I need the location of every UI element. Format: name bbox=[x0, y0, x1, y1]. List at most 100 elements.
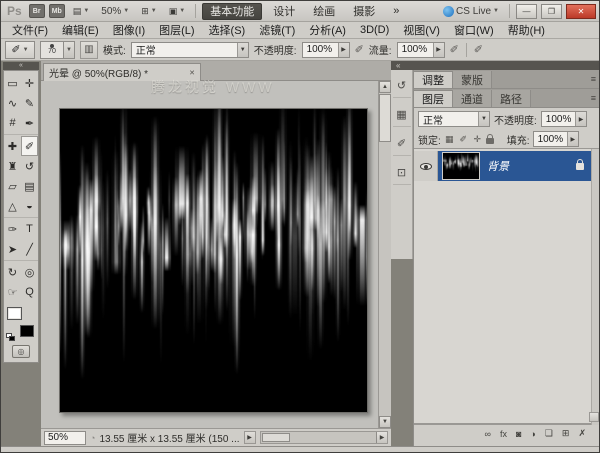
tab-layers[interactable]: 图层 bbox=[414, 90, 453, 107]
close-document-icon[interactable]: ✕ bbox=[189, 69, 195, 77]
tool-clone-stamp[interactable]: ♜ bbox=[4, 156, 21, 176]
airbrush-icon[interactable]: ✐ bbox=[450, 43, 459, 56]
panel-menu-icon[interactable]: ≡ bbox=[591, 74, 596, 84]
restore-button[interactable]: ❐ bbox=[541, 4, 562, 19]
tool-eyedropper[interactable]: ✒ bbox=[21, 113, 38, 133]
brush-preset-picker[interactable]: 70 bbox=[40, 41, 64, 59]
horizontal-scrollbar[interactable]: ▶ bbox=[260, 431, 388, 444]
scroll-right-icon[interactable]: ▶ bbox=[376, 432, 387, 443]
add-layer-mask-icon[interactable]: ◙ bbox=[516, 429, 521, 439]
menu-view[interactable]: 视图(V) bbox=[396, 22, 447, 38]
document-tab[interactable]: 光晕 @ 50%(RGB/8) * ✕ bbox=[43, 63, 201, 81]
scroll-up-icon[interactable]: ▲ bbox=[379, 81, 391, 93]
menu-select[interactable]: 选择(S) bbox=[202, 22, 253, 38]
mini-bridge-button[interactable]: Mb bbox=[49, 4, 65, 18]
arrange-documents-button[interactable]: ⊞ ▼ bbox=[137, 3, 161, 19]
close-button[interactable]: ✕ bbox=[566, 4, 596, 19]
clone-source-panel-icon[interactable]: ⊡ bbox=[393, 161, 411, 185]
new-layer-icon[interactable]: ⊞ bbox=[562, 428, 570, 439]
workspace-painting[interactable]: 绘画 bbox=[306, 3, 342, 20]
menu-3d[interactable]: 3D(D) bbox=[353, 24, 396, 36]
tool-path-selection[interactable]: ➤ bbox=[4, 239, 21, 259]
tool-history-brush[interactable]: ↺ bbox=[21, 156, 38, 176]
tool-eraser[interactable]: ▱ bbox=[4, 176, 21, 196]
visibility-cell[interactable] bbox=[414, 151, 438, 181]
workspace-design[interactable]: 设计 bbox=[266, 3, 302, 20]
opacity-field[interactable]: 100% ▶ bbox=[302, 42, 350, 58]
tool-type[interactable]: T bbox=[21, 219, 38, 239]
tab-channels[interactable]: 通道 bbox=[453, 90, 492, 107]
menu-analysis[interactable]: 分析(A) bbox=[302, 22, 353, 38]
menu-filter[interactable]: 滤镜(T) bbox=[252, 22, 302, 38]
background-color-swatch[interactable] bbox=[20, 325, 34, 337]
document-canvas[interactable] bbox=[59, 108, 368, 413]
tool-3d-orbit[interactable]: ◎ bbox=[21, 262, 38, 282]
tool-hand[interactable]: ☞ bbox=[4, 282, 21, 302]
zoom-level-button[interactable]: 50% ▼ bbox=[97, 3, 133, 19]
tool-pen[interactable]: ✑ bbox=[4, 219, 21, 239]
lock-position-icon[interactable]: ✛ bbox=[472, 134, 483, 145]
brush-presets-panel-icon[interactable]: ✐ bbox=[393, 132, 411, 156]
tool-gradient[interactable]: ▤ bbox=[21, 176, 38, 196]
tool-dodge[interactable]: ◒ bbox=[21, 196, 38, 216]
menu-layer[interactable]: 图层(L) bbox=[152, 22, 201, 38]
tab-adjustments[interactable]: 调整 bbox=[414, 71, 453, 88]
tool-crop[interactable]: # bbox=[4, 113, 21, 133]
tool-brush[interactable]: ✐ bbox=[21, 136, 38, 156]
toggle-brush-panel-button[interactable]: ▥ bbox=[80, 41, 98, 59]
brush-preset-dropdown[interactable]: ▼ bbox=[64, 41, 75, 59]
blend-mode-select[interactable]: 正常 ▼ bbox=[131, 42, 249, 58]
screen-mode-button[interactable]: ▣ ▼ bbox=[165, 3, 189, 19]
panel-menu-icon[interactable]: ≡ bbox=[591, 93, 596, 103]
layer-style-icon[interactable]: fx bbox=[500, 429, 507, 439]
tool-healing-brush[interactable]: ✚ bbox=[4, 136, 21, 156]
toolbox-collapse-bar[interactable]: « bbox=[3, 62, 39, 70]
swatches-panel-icon[interactable]: ▦ bbox=[393, 103, 411, 127]
layer-thumbnail[interactable] bbox=[442, 152, 480, 180]
quick-mask-button[interactable]: ◎ bbox=[12, 345, 30, 358]
lock-transparent-pixels-icon[interactable]: ▦ bbox=[444, 134, 455, 145]
flow-field[interactable]: 100% ▶ bbox=[397, 42, 445, 58]
tab-paths[interactable]: 路径 bbox=[492, 90, 531, 107]
menu-image[interactable]: 图像(I) bbox=[106, 22, 152, 38]
minimize-button[interactable]: — bbox=[516, 4, 537, 19]
foreground-color-swatch[interactable] bbox=[7, 307, 22, 320]
tool-lasso[interactable]: ∿ bbox=[4, 93, 21, 113]
layer-row-background[interactable]: 背景 bbox=[414, 151, 592, 181]
dock-collapse-bar[interactable]: « bbox=[391, 61, 600, 70]
tablet-pressure-icon[interactable]: ✐ bbox=[474, 43, 483, 56]
menu-window[interactable]: 窗口(W) bbox=[447, 22, 501, 38]
tool-quick-selection[interactable]: ✎ bbox=[21, 93, 38, 113]
cs-live-button[interactable]: CS Live ▼ bbox=[439, 3, 503, 19]
tool-rectangular-marquee[interactable]: ▭ bbox=[4, 73, 21, 93]
tool-3d-rotate[interactable]: ↻ bbox=[4, 262, 21, 282]
airbrush-opacity-icon[interactable]: ✐ bbox=[355, 43, 364, 56]
panel-scrollbar[interactable] bbox=[591, 149, 600, 425]
tool-line[interactable]: ╱ bbox=[21, 239, 38, 259]
tab-masks[interactable]: 蒙版 bbox=[453, 71, 492, 88]
lock-all-icon[interactable] bbox=[486, 138, 494, 144]
view-extras-button[interactable]: ▤ ▼ bbox=[69, 3, 93, 19]
default-colors-icon[interactable] bbox=[6, 333, 15, 341]
new-adjustment-layer-icon[interactable]: ◑ bbox=[530, 429, 535, 439]
workspace-overflow-button[interactable]: » bbox=[386, 3, 406, 20]
tool-blur[interactable]: △ bbox=[4, 196, 21, 216]
tool-move[interactable]: ✛ bbox=[21, 73, 38, 93]
vertical-scrollbar[interactable]: ▲ ▼ bbox=[378, 81, 391, 428]
status-expand-button[interactable]: ▶ bbox=[244, 431, 256, 444]
menu-help[interactable]: 帮助(H) bbox=[501, 22, 552, 38]
layer-blend-mode-select[interactable]: 正常 ▼ bbox=[418, 111, 490, 127]
layer-opacity-field[interactable]: 100% ▶ bbox=[541, 111, 587, 127]
delete-layer-icon[interactable]: ✗ bbox=[578, 428, 586, 439]
new-group-icon[interactable]: ❏ bbox=[545, 428, 553, 439]
workspace-essentials[interactable]: 基本功能 bbox=[202, 3, 262, 20]
panel-resize-grip[interactable] bbox=[589, 412, 599, 422]
horizontal-scroll-thumb[interactable] bbox=[262, 433, 290, 442]
link-layers-icon[interactable]: ∞ bbox=[485, 429, 491, 439]
history-panel-icon[interactable]: ↺ bbox=[393, 74, 411, 98]
menu-file[interactable]: 文件(F) bbox=[5, 22, 55, 38]
tool-preset-picker[interactable]: ✐ ▼ bbox=[5, 41, 35, 59]
fill-field[interactable]: 100% ▶ bbox=[533, 131, 579, 147]
menu-edit[interactable]: 编辑(E) bbox=[55, 22, 106, 38]
bridge-button[interactable]: Br bbox=[29, 4, 45, 18]
